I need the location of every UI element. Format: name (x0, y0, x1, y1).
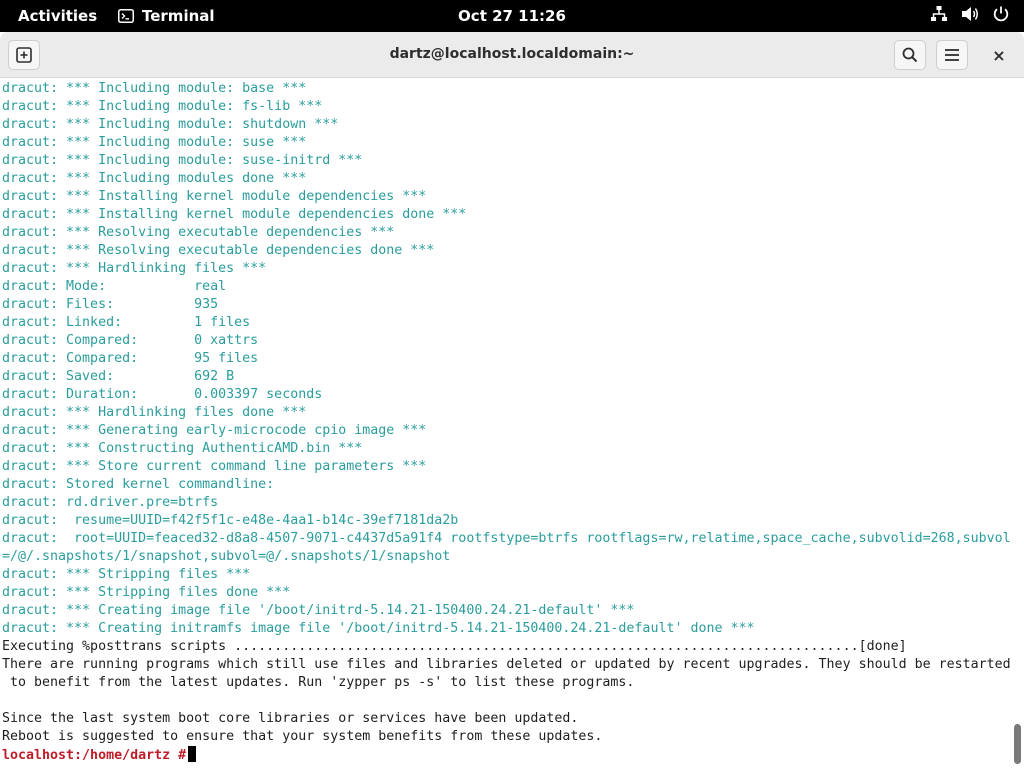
terminal-line: dracut: Files: 935 (2, 297, 219, 312)
clock[interactable]: Oct 27 11:26 (458, 7, 566, 25)
terminal-line: dracut: *** Creating initramfs image fil… (2, 621, 755, 636)
search-icon (902, 47, 918, 63)
terminal-line: dracut: Linked: 1 files (2, 315, 251, 330)
terminal-line: dracut: rd.driver.pre=btrfs (2, 495, 219, 510)
hamburger-menu-icon (945, 49, 959, 61)
system-status-area[interactable] (930, 5, 1010, 23)
terminal-line: There are running programs which still u… (2, 657, 1010, 672)
terminal-line: dracut: Compared: 0 xattrs (2, 333, 259, 348)
terminal-line: dracut: *** Installing kernel module dep… (2, 207, 467, 222)
terminal-line: dracut: root=UUID=feaced32-d8a8-4507-907… (2, 531, 1010, 546)
gnome-top-bar: Activities Terminal Oct 27 11:26 (0, 0, 1024, 32)
terminal-line: dracut: Saved: 692 B (2, 369, 235, 384)
shell-prompt-line[interactable]: localhost:/home/dartz # (2, 746, 1010, 764)
text-cursor (188, 746, 197, 762)
terminal-line: dracut: *** Resolving executable depende… (2, 243, 435, 258)
terminal-line: dracut: *** Constructing AuthenticAMD.bi… (2, 441, 363, 456)
network-icon (931, 6, 947, 21)
terminal-scrollbar[interactable] (1010, 79, 1024, 768)
terminal-line: =/@/.snapshots/1/snapshot,subvol=@/.snap… (2, 549, 451, 564)
close-button[interactable]: × (984, 40, 1014, 70)
terminal-line: to benefit from the latest updates. Run … (2, 675, 635, 690)
terminal-line: dracut: *** Including module: suse-initr… (2, 153, 363, 168)
terminal-line: dracut: *** Including module: shutdown *… (2, 117, 339, 132)
terminal-line: dracut: *** Hardlinking files done *** (2, 405, 307, 420)
terminal-line: dracut: *** Including module: suse *** (2, 135, 307, 150)
terminal-line: dracut: *** Installing kernel module dep… (2, 189, 427, 204)
terminal-line: dracut: *** Stripping files done *** (2, 585, 291, 600)
terminal-line: dracut: *** Generating early-microcode c… (2, 423, 427, 438)
power-icon (993, 6, 1009, 22)
search-button[interactable] (894, 40, 926, 70)
volume-icon (962, 7, 978, 21)
terminal-output[interactable]: dracut: *** Including module: base *** dr… (0, 79, 1024, 768)
app-menu-label: Terminal (142, 7, 215, 25)
terminal-line: dracut: *** Stripping files *** (2, 567, 251, 582)
window-title: dartz@localhost.localdomain:~ (389, 46, 635, 62)
terminal-line: dracut: *** Resolving executable depende… (2, 225, 395, 240)
terminal-line: Since the last system boot core librarie… (2, 711, 579, 726)
terminal-line: dracut: *** Including module: fs-lib *** (2, 99, 323, 114)
terminal-line: dracut: *** Including module: base *** (2, 81, 307, 96)
scrollbar-thumb[interactable] (1014, 724, 1021, 764)
terminal-line: dracut: Stored kernel commandline: (2, 477, 275, 492)
terminal-line: dracut: Duration: 0.003397 seconds (2, 387, 323, 402)
activities-button[interactable]: Activities (18, 7, 97, 25)
terminal-line: dracut: Mode: real (2, 279, 227, 294)
terminal-line: dracut: *** Hardlinking files *** (2, 261, 267, 276)
terminal-line: dracut: *** Creating image file '/boot/i… (2, 603, 635, 618)
terminal-line: dracut: resume=UUID=f42f5f1c-e48e-4aa1-b… (2, 513, 459, 528)
terminal-line: dracut: *** Including modules done *** (2, 171, 307, 186)
terminal-line: Executing %posttrans scripts ...........… (2, 639, 907, 654)
close-icon: × (992, 45, 1006, 65)
terminal-header-bar: dartz@localhost.localdomain:~ × (0, 32, 1024, 78)
terminal-line: Reboot is suggested to ensure that your … (2, 729, 603, 744)
menu-button[interactable] (936, 40, 968, 70)
terminal-lines: dracut: *** Including module: base *** dr… (2, 80, 1010, 764)
terminal-line: dracut: *** Store current command line p… (2, 459, 427, 474)
app-menu-button[interactable]: Terminal (118, 7, 215, 25)
terminal-app-icon (118, 9, 134, 23)
shell-prompt: localhost:/home/dartz # (2, 748, 187, 763)
terminal-line: dracut: Compared: 95 files (2, 351, 259, 366)
